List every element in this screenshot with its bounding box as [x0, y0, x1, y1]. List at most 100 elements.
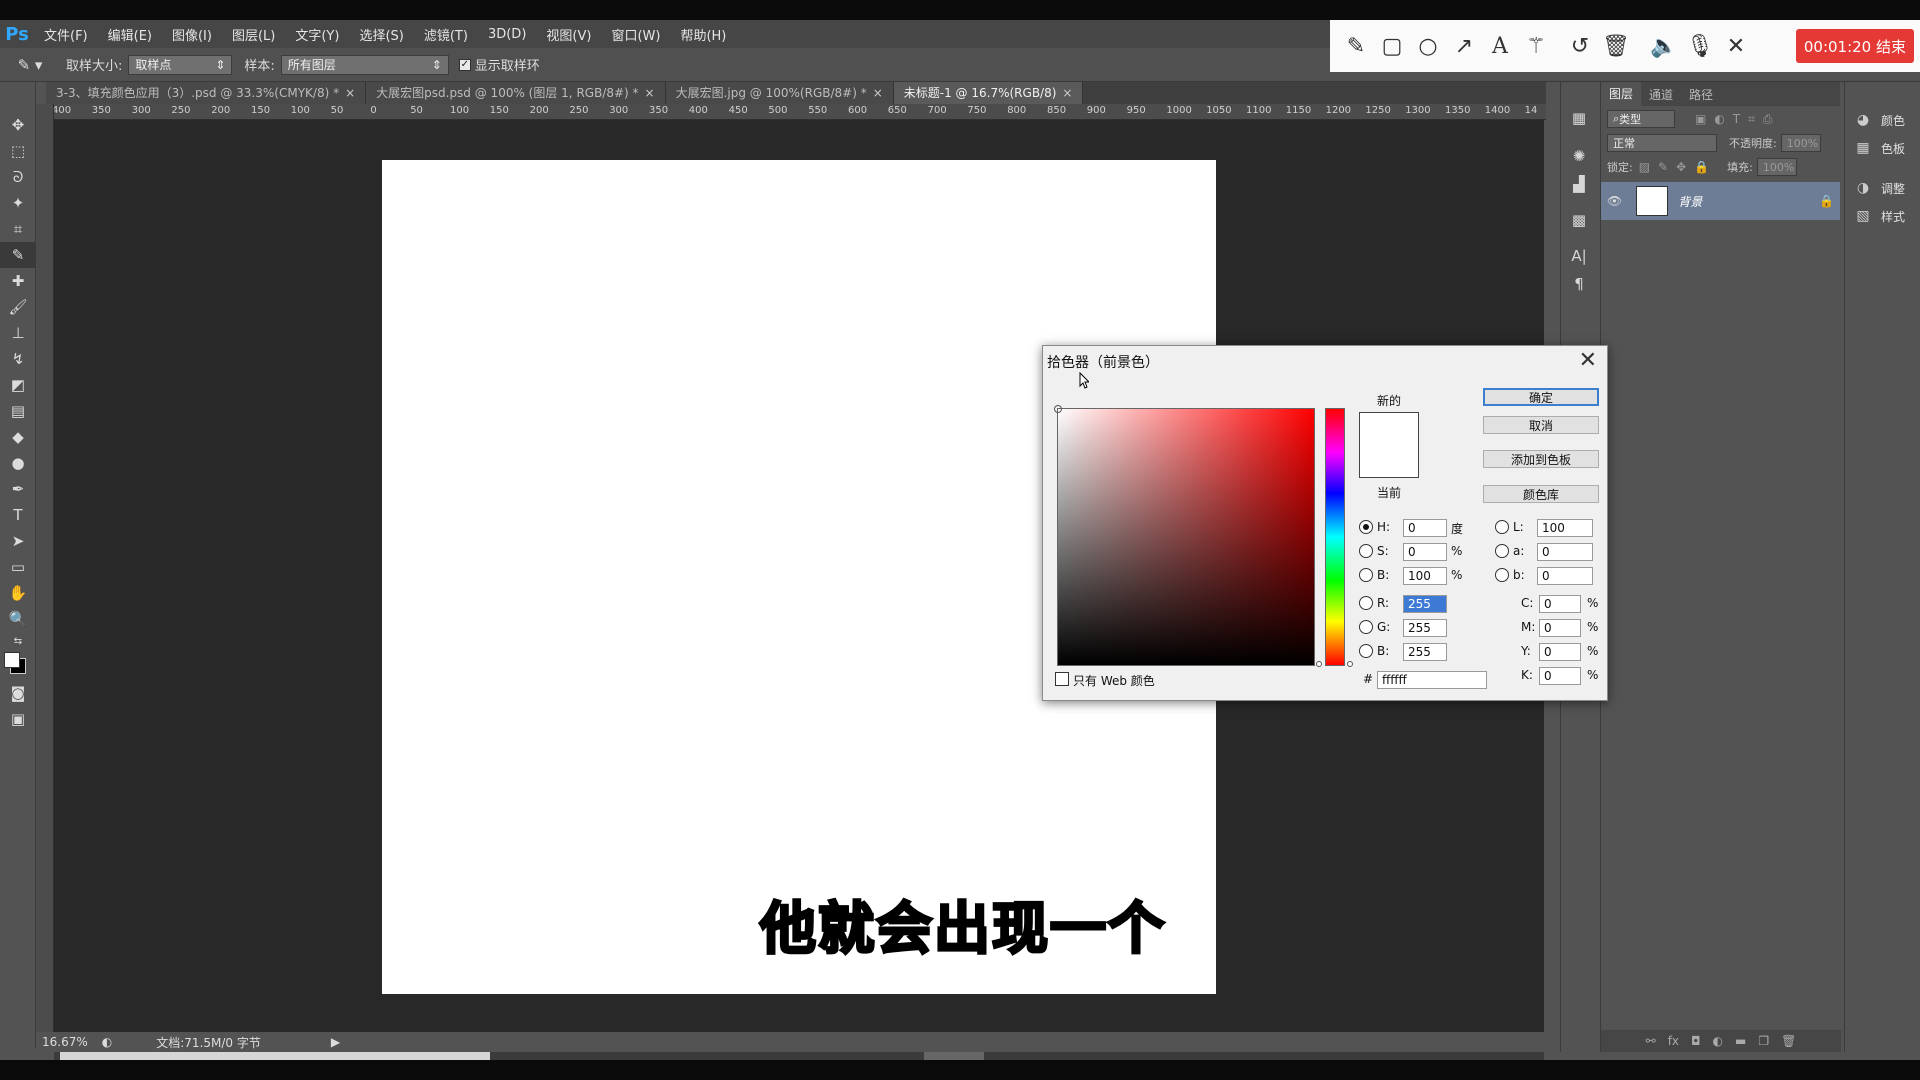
adjustment-icon[interactable]: ◐ [1713, 1034, 1723, 1048]
cancel-button[interactable]: 取消 [1483, 416, 1599, 434]
fx-icon[interactable]: fx [1668, 1034, 1679, 1048]
zoom-tool-icon[interactable]: 🔍 [0, 606, 36, 632]
show-ring-checkbox[interactable]: ✓ [458, 58, 471, 71]
brightness-input[interactable]: 100 [1403, 567, 1447, 585]
settings-icon[interactable]: ✺ [1561, 142, 1597, 170]
speaker-icon[interactable]: 🔈 [1646, 28, 1682, 64]
microphone-icon[interactable]: 🎙 [1682, 28, 1718, 64]
menu-file[interactable]: 文件(F) [34, 25, 98, 44]
gradient-tool-icon[interactable]: ▤ [0, 398, 36, 424]
tab-document-4[interactable]: 未标题-1 @ 16.7%(RGB/8) × [893, 82, 1084, 104]
folder-icon[interactable]: ▬ [1735, 1034, 1746, 1048]
history-icon[interactable]: ▦ [1561, 104, 1597, 132]
marquee-tool-icon[interactable]: ⬚ [0, 138, 36, 164]
blur-tool-icon[interactable]: ◆ [0, 424, 36, 450]
blend-mode-select[interactable]: 正常 [1607, 134, 1717, 152]
fill-input[interactable]: 100% [1756, 158, 1797, 176]
arrow-icon[interactable]: ↗ [1446, 28, 1482, 64]
trash-icon[interactable]: 🗑 [1781, 1034, 1796, 1048]
layer-name[interactable]: 背景 [1678, 193, 1819, 210]
screen-mode-icon[interactable]: ▣ [0, 706, 36, 732]
panel-adjustments[interactable]: ◑ 调整 [1845, 174, 1920, 202]
move-tool-icon[interactable]: ✥ [0, 112, 36, 138]
close-icon[interactable]: × [345, 86, 355, 100]
menu-layer[interactable]: 图层(L) [222, 25, 285, 44]
history-brush-icon[interactable]: ↯ [0, 346, 36, 372]
close-icon[interactable]: × [645, 86, 655, 100]
saturation-brightness-field[interactable] [1054, 405, 1315, 666]
tab-layers[interactable]: 图层 [1601, 82, 1642, 106]
hue-slider[interactable] [1325, 408, 1345, 666]
crop-tool-icon[interactable]: ⌗ [0, 216, 36, 242]
panel-color[interactable]: ◕ 颜色 [1845, 106, 1920, 134]
close-icon[interactable]: ✕ [1718, 28, 1754, 64]
layer-filter-select[interactable]: ⌕ 类型 [1607, 110, 1675, 128]
red-input[interactable]: 255 [1403, 595, 1447, 613]
new-layer-icon[interactable]: ❐ [1758, 1034, 1769, 1048]
opacity-input[interactable]: 100% [1780, 134, 1821, 152]
lab-l-radio[interactable] [1495, 520, 1509, 534]
magic-wand-icon[interactable]: ⚚ [1518, 28, 1554, 64]
hex-input[interactable]: ffffff [1377, 671, 1487, 689]
yellow-input[interactable]: 0 [1539, 643, 1581, 661]
scrollbar-thumb[interactable] [60, 1052, 490, 1060]
recording-timer[interactable]: 00:01:20 结束 [1795, 29, 1914, 63]
menu-image[interactable]: 图像(I) [162, 25, 222, 44]
pen-tool-icon[interactable]: ✒ [0, 476, 36, 502]
text-icon[interactable]: A [1482, 28, 1518, 64]
paragraph-icon[interactable]: ¶ [1561, 270, 1597, 298]
tab-document-1[interactable]: 3-3、填充颜色应用（3）.psd @ 33.3%(CMYK/8) * × [46, 82, 367, 104]
layer-row-background[interactable]: 👁 背景 🔒 [1601, 182, 1840, 220]
red-radio[interactable] [1359, 596, 1373, 610]
path-select-tool-icon[interactable]: ➤ [0, 528, 36, 554]
black-input[interactable]: 0 [1539, 667, 1581, 685]
healing-tool-icon[interactable]: ✚ [0, 268, 36, 294]
cyan-input[interactable]: 0 [1539, 595, 1581, 613]
foreground-color-swatch[interactable] [4, 652, 20, 668]
lab-a-radio[interactable] [1495, 544, 1509, 558]
panel-styles[interactable]: ▧ 样式 [1845, 202, 1920, 230]
menu-edit[interactable]: 编辑(E) [98, 25, 162, 44]
color-libraries-button[interactable]: 颜色库 [1483, 485, 1599, 503]
brightness-radio[interactable] [1359, 568, 1373, 582]
close-icon[interactable]: × [873, 86, 883, 100]
hue-input[interactable]: 0 [1403, 519, 1447, 537]
lab-b-input[interactable]: 0 [1537, 567, 1593, 585]
menu-3d[interactable]: 3D(D) [478, 27, 536, 42]
sample-size-select[interactable]: 取样点 ⇕ [128, 54, 233, 75]
circle-icon[interactable]: ○ [1410, 28, 1446, 64]
eye-icon[interactable]: 👁 [1607, 194, 1622, 208]
menu-type[interactable]: 文字(Y) [285, 25, 349, 44]
eyedropper-tool-icon[interactable]: ✎ [0, 242, 36, 268]
filter-icons[interactable]: ▣◐T⌗⎙ [1695, 112, 1781, 127]
tab-paths[interactable]: 路径 [1681, 86, 1721, 103]
add-to-swatches-button[interactable]: 添加到色板 [1483, 450, 1599, 468]
hue-slider-handle-left[interactable] [1316, 661, 1322, 667]
stamp-tool-icon[interactable]: ⊥ [0, 320, 36, 346]
saturation-input[interactable]: 0 [1403, 543, 1447, 561]
character-icon[interactable]: A| [1561, 242, 1597, 270]
lab-b-radio[interactable] [1495, 568, 1509, 582]
histogram-icon[interactable]: ▟ [1561, 170, 1597, 198]
eraser-tool-icon[interactable]: ◩ [0, 372, 36, 398]
dodge-tool-icon[interactable]: ● [0, 450, 36, 476]
menu-window[interactable]: 窗口(W) [601, 25, 670, 44]
trash-icon[interactable]: 🗑 [1598, 28, 1634, 64]
tab-channels[interactable]: 通道 [1641, 86, 1681, 103]
green-radio[interactable] [1359, 620, 1373, 634]
menu-select[interactable]: 选择(S) [349, 25, 413, 44]
magenta-input[interactable]: 0 [1539, 619, 1581, 637]
tab-document-2[interactable]: 大展宏图psd.psd @ 100% (图层 1, RGB/8#) * × [366, 82, 666, 104]
pencil-icon[interactable]: ✎ [1338, 28, 1374, 64]
color-swatches[interactable] [0, 650, 36, 680]
undo-icon[interactable]: ↺ [1562, 28, 1598, 64]
menu-help[interactable]: 帮助(H) [670, 25, 736, 44]
tab-document-3[interactable]: 大展宏图.jpg @ 100%(RGB/8#) * × [665, 82, 894, 104]
close-icon[interactable]: ✕ [1579, 348, 1597, 373]
link-icon[interactable]: ⚯ [1646, 1034, 1656, 1048]
sample-select[interactable]: 所有图层 ⇕ [280, 54, 449, 75]
lock-icons[interactable]: ▨✎✥🔒 [1639, 160, 1717, 174]
quick-select-tool-icon[interactable]: ✦ [0, 190, 36, 216]
type-tool-icon[interactable]: T [0, 502, 36, 528]
menu-filter[interactable]: 滤镜(T) [414, 25, 478, 44]
